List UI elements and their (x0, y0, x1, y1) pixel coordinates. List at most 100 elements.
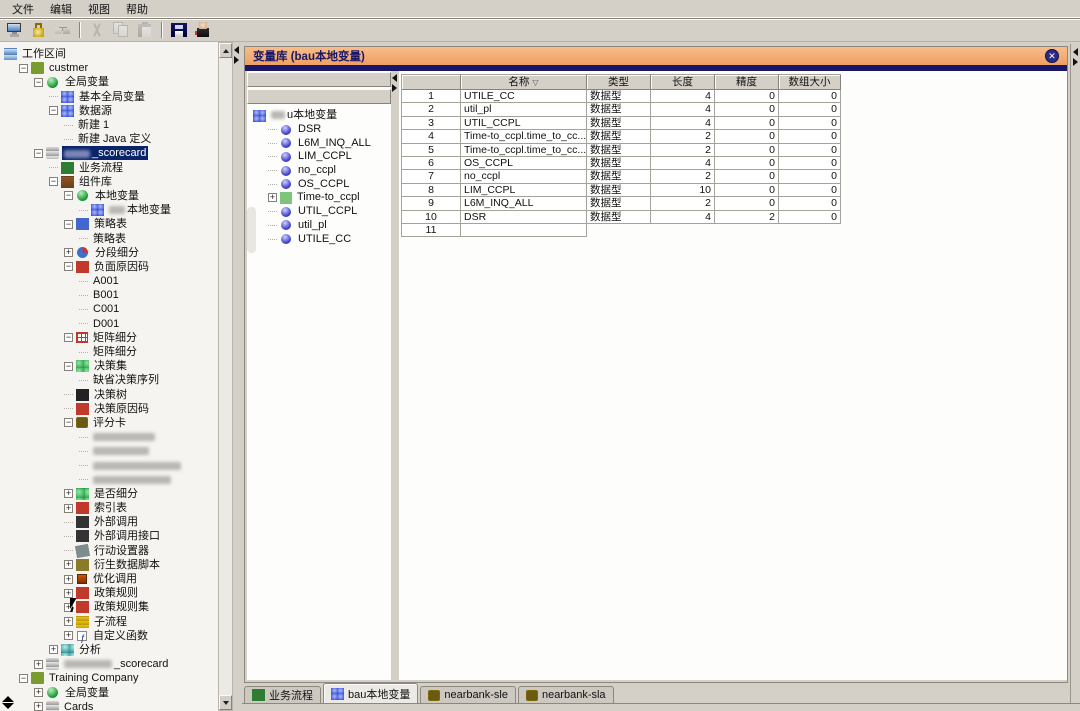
tree-item[interactable]: 本地变量 (0, 203, 218, 217)
table-cell[interactable]: OS_CCPL (461, 156, 587, 171)
tree-item[interactable]: D001 (0, 317, 218, 331)
tree-item[interactable] (0, 430, 218, 444)
tree-item[interactable]: A001 (0, 274, 218, 288)
expand-box-icon[interactable]: + (64, 617, 73, 627)
publish-button[interactable] (192, 20, 214, 40)
tree-splitter[interactable] (233, 42, 242, 711)
tree-item[interactable]: + 政策规则集 (0, 600, 218, 614)
collapse-box-icon[interactable]: − (64, 333, 73, 343)
column-header[interactable]: 类型 (587, 75, 651, 90)
collapse-left-icon[interactable] (392, 74, 397, 82)
expand-box-icon[interactable]: + (34, 659, 43, 669)
sort-descending-icon[interactable]: ▽ (532, 78, 538, 87)
tree-item[interactable]: − 矩阵细分 (0, 331, 218, 345)
menu-file[interactable]: 文件 (4, 0, 42, 18)
row-number-cell[interactable]: 6 (402, 156, 461, 171)
table-row[interactable]: 9 L6M_INQ_ALL 数据型 2 0 0 (402, 197, 841, 211)
tree-item[interactable]: no_ccpl (249, 164, 391, 178)
tab-nearbank-sle[interactable]: nearbank-sle (420, 686, 516, 703)
table-cell[interactable]: 0 (715, 170, 779, 184)
tree-item[interactable]: + 自定义函数 (0, 629, 218, 645)
table-row[interactable]: 6 OS_CCPL 数据型 4 0 0 (402, 156, 841, 171)
collapse-box-icon[interactable]: − (64, 418, 73, 428)
table-cell[interactable]: 2 (651, 170, 715, 184)
table-cell[interactable]: 数据型 (587, 170, 651, 184)
tree-item[interactable]: 业务流程 (0, 161, 218, 175)
tree-item[interactable] (0, 458, 218, 472)
tree-item[interactable]: − 本地变量 (0, 189, 218, 203)
row-number-cell[interactable]: 3 (402, 116, 461, 131)
expand-right-icon[interactable] (234, 56, 239, 64)
table-cell[interactable]: 数据型 (587, 210, 651, 224)
row-number-cell[interactable]: 7 (402, 170, 461, 184)
close-icon[interactable]: ✕ (1045, 49, 1059, 63)
table-cell[interactable]: 0 (779, 90, 841, 104)
column-header[interactable]: 长度 (651, 75, 715, 90)
table-cell[interactable]: 0 (779, 197, 841, 211)
tree-item[interactable]: 矩阵细分 (0, 345, 218, 359)
column-header[interactable]: 数组大小 (779, 75, 841, 90)
panel-title-bar[interactable]: 变量库 (bau本地变量) ✕ (245, 47, 1067, 65)
column-header[interactable]: 精度 (715, 75, 779, 90)
table-row[interactable]: 10 DSR 数据型 4 2 0 (402, 210, 841, 224)
tree-item[interactable]: + _scorecard (0, 657, 218, 671)
table-cell[interactable]: 2 (651, 143, 715, 157)
tree-item[interactable] (0, 473, 218, 487)
lock-button[interactable] (28, 20, 50, 40)
collapse-box-icon[interactable]: − (19, 63, 28, 73)
tree-item[interactable]: − 全局变量 (0, 75, 218, 89)
table-cell[interactable]: 0 (779, 210, 841, 224)
tree-item[interactable]: C001 (0, 302, 218, 316)
table-cell[interactable]: DSR (461, 210, 587, 224)
tree-item[interactable]: u本地变量 (249, 109, 391, 123)
tree-item[interactable]: UTILE_CC (249, 232, 391, 246)
tree-item[interactable]: 基本全局变量 (0, 90, 218, 104)
table-cell[interactable]: 数据型 (587, 116, 651, 131)
pane-header-bar[interactable] (247, 89, 391, 104)
expand-right-icon[interactable] (1073, 58, 1078, 66)
expand-box-icon[interactable]: + (64, 574, 73, 584)
row-number-cell[interactable]: 11 (402, 223, 461, 238)
collapse-left-icon[interactable] (1073, 48, 1078, 56)
table-cell[interactable]: 0 (715, 116, 779, 131)
menu-edit[interactable]: 编辑 (42, 0, 80, 18)
menu-help[interactable]: 帮助 (118, 0, 156, 18)
table-row[interactable]: 7 no_ccpl 数据型 2 0 0 (402, 170, 841, 184)
tree-item[interactable]: 决策原因码 (0, 402, 218, 416)
table-cell[interactable]: 0 (779, 130, 841, 144)
pane-header-bar[interactable] (247, 72, 391, 87)
table-cell[interactable]: 4 (651, 103, 715, 117)
table-cell[interactable]: 0 (779, 183, 841, 198)
tree-item[interactable]: − 决策集 (0, 359, 218, 373)
table-cell[interactable]: Time-to_ccpl.time_to_cc... (461, 143, 587, 157)
table-cell[interactable]: UTILE_CC (461, 90, 587, 104)
table-cell[interactable]: 数据型 (587, 197, 651, 211)
table-cell[interactable] (461, 223, 587, 238)
table-cell[interactable]: 0 (779, 156, 841, 171)
tree-item[interactable]: DSR (249, 123, 391, 137)
table-cell[interactable]: 2 (651, 197, 715, 211)
table-cell[interactable]: Time-to_ccpl.time_to_cc... (461, 130, 587, 144)
table-cell[interactable]: 0 (715, 197, 779, 211)
table-cell[interactable]: 0 (779, 170, 841, 184)
collapse-left-icon[interactable] (234, 46, 239, 54)
tree-item[interactable]: 外部调用 (0, 515, 218, 529)
tree-item[interactable]: 行动设置器 (0, 543, 218, 558)
tree-item[interactable]: OS_CCPL (249, 177, 391, 191)
tree-item[interactable]: 新建 Java 定义 (0, 132, 218, 146)
table-cell[interactable]: 0 (715, 103, 779, 117)
table-cell[interactable]: 数据型 (587, 130, 651, 144)
row-number-cell[interactable]: 1 (402, 90, 461, 104)
row-number-cell[interactable]: 5 (402, 143, 461, 157)
save-button[interactable] (168, 20, 190, 40)
tree-scrollbar[interactable] (218, 42, 233, 711)
tree-item[interactable]: + 优化调用 (0, 572, 218, 586)
tree-item[interactable]: 新建 1 (0, 118, 218, 132)
table-cell[interactable]: UTIL_CCPL (461, 116, 587, 131)
expand-box-icon[interactable]: + (34, 702, 43, 711)
row-number-header[interactable] (402, 75, 461, 90)
tree-item[interactable]: + 衍生数据脚本 (0, 558, 218, 572)
table-cell[interactable]: L6M_INQ_ALL (461, 197, 587, 211)
table-cell[interactable]: 2 (651, 130, 715, 144)
tree-item[interactable]: − Training Company (0, 671, 218, 685)
